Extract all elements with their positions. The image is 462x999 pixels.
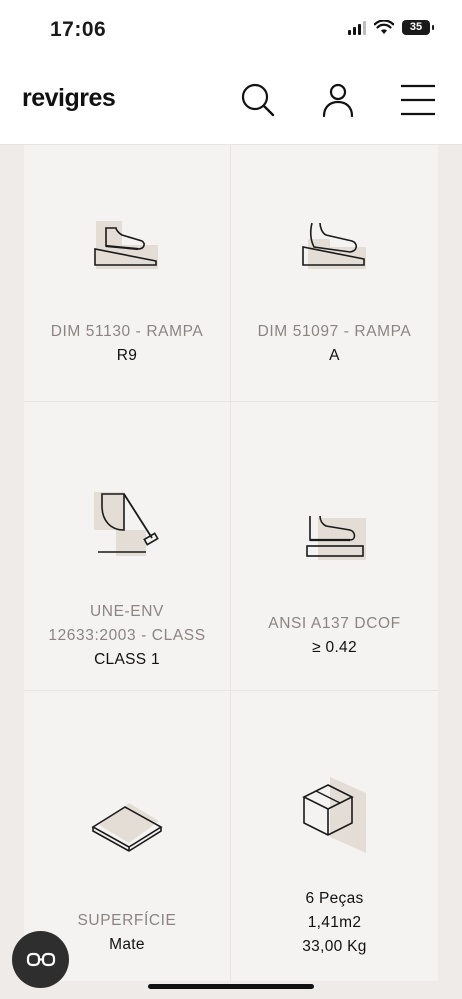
floating-action-button[interactable] — [12, 931, 69, 988]
spec-label-line-1: UNE-ENV — [90, 603, 164, 620]
brand-logo[interactable]: revigres — [22, 84, 116, 113]
battery-indicator: 35 — [402, 20, 434, 35]
spec-cell-dim-51097: DIM 51097 - RAMPA A — [231, 145, 438, 401]
status-icons: 35 — [348, 20, 434, 35]
spec-label: ANSI A137 DCOF — [268, 615, 401, 632]
barefoot-ramp-icon — [301, 222, 366, 269]
spec-value: CLASS 1 — [94, 651, 160, 668]
search-button[interactable] — [236, 78, 280, 122]
menu-button[interactable] — [396, 78, 440, 122]
spec-label: SUPERFÍCIE — [77, 912, 177, 929]
spec-label: DIM 51130 - RAMPA — [50, 323, 204, 340]
tile-surface-icon — [91, 803, 163, 852]
status-bar: 17:06 35 — [0, 0, 462, 60]
spec-label: DIM 51097 - RAMPA — [257, 323, 412, 340]
spec-value: R9 — [116, 347, 138, 364]
user-icon — [322, 83, 354, 118]
glasses-icon — [26, 952, 55, 966]
spec-value-line-3: 33,00 Kg — [302, 938, 367, 955]
home-indicator — [148, 984, 314, 989]
shoe-ramp-icon — [94, 221, 158, 269]
cellular-signal-icon — [348, 20, 366, 35]
spec-value: ≥ 0.42 — [312, 639, 357, 656]
spec-cell-ansi-a137: ANSI A137 DCOF ≥ 0.42 — [231, 402, 438, 690]
pendulum-icon — [94, 492, 159, 556]
wifi-icon — [374, 20, 394, 34]
product-specs-grid: DIM 51130 - RAMPA R9 DIM 51097 - RAMPA A… — [24, 145, 438, 981]
hamburger-menu-icon — [401, 84, 435, 116]
shoe-flat-icon — [305, 515, 366, 560]
spec-value-line-1: 6 Peças — [305, 890, 364, 907]
spec-cell-packaging: 6 Peças 1,41m2 33,00 Kg — [231, 691, 438, 981]
spec-label-line-2: 12633:2003 - CLASS — [48, 627, 206, 644]
search-icon — [241, 83, 275, 117]
site-header: revigres — [0, 60, 462, 145]
spec-value: A — [329, 347, 340, 364]
account-button[interactable] — [316, 78, 360, 122]
spec-cell-une-env: UNE-ENV 12633:2003 - CLASS CLASS 1 — [24, 402, 230, 690]
spec-cell-dim-51130: DIM 51130 - RAMPA R9 — [24, 145, 230, 401]
spec-value-line-2: 1,41m2 — [307, 914, 362, 931]
box-icon — [301, 777, 366, 853]
status-time: 17:06 — [50, 18, 107, 41]
